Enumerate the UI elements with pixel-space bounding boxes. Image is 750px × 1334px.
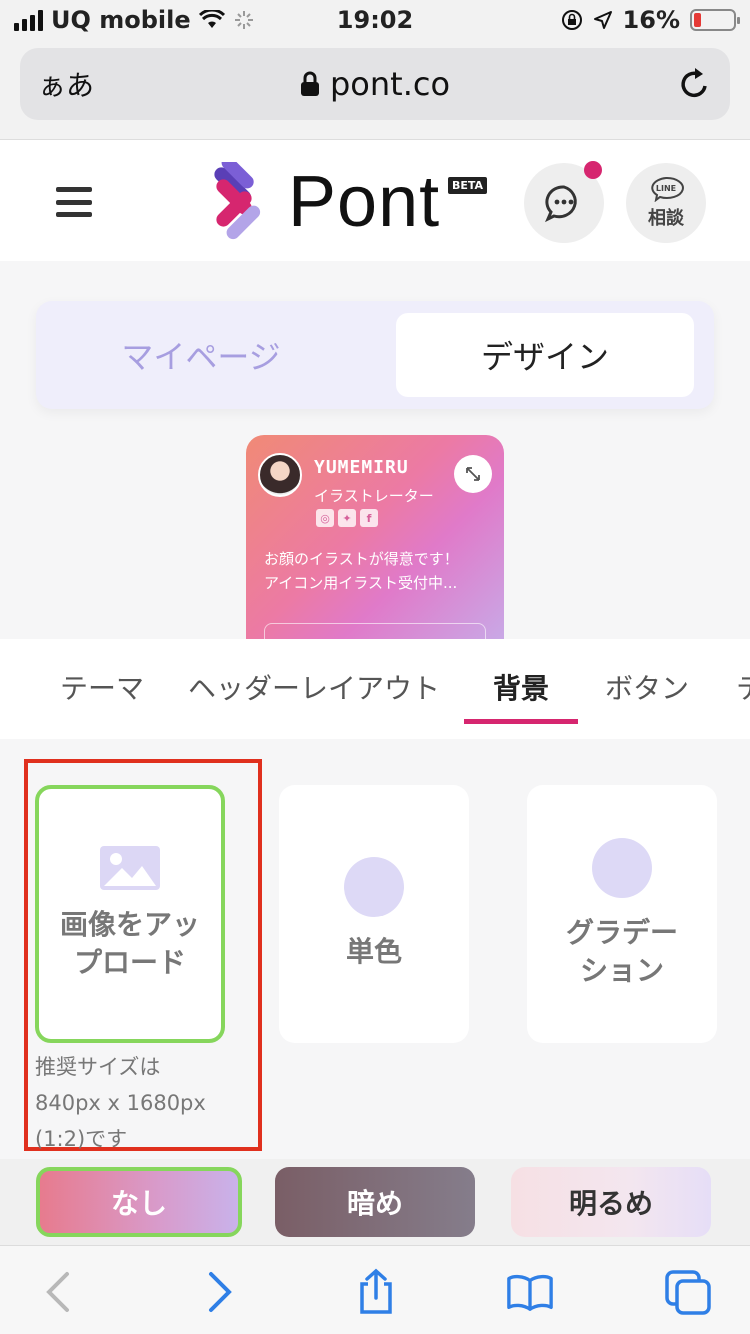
back-icon	[46, 1272, 69, 1312]
tab-theme[interactable]: テーマ	[60, 667, 144, 707]
profile-preview-card: YUMEMIRU イラストレーター ◎ ✦ f お顔のイラストが得意です！ アイ…	[246, 435, 504, 639]
upload-label-line-2: プロード	[73, 946, 186, 979]
hint-line-3: (1:2)です	[35, 1127, 128, 1151]
solid-color-option[interactable]: 単色	[279, 785, 469, 1043]
bio-line-2: アイコン用イラスト受付中...	[264, 574, 458, 592]
logo-text: Pont	[288, 162, 441, 242]
expand-button[interactable]	[454, 455, 492, 493]
url-text: pont.co	[329, 65, 451, 103]
tab-next-partial[interactable]: テ	[736, 667, 750, 707]
beta-badge: BETA	[448, 177, 488, 194]
tab-header-layout[interactable]: ヘッダーレイアウト	[188, 667, 440, 707]
card-link-button	[264, 623, 486, 639]
overlay-dark-button[interactable]: 暗め	[275, 1167, 475, 1237]
lock-icon	[300, 71, 319, 96]
tab-button[interactable]: ボタン	[605, 667, 689, 707]
pont-logo[interactable]: Pont BETA	[212, 161, 488, 243]
solid-color-label: 単色	[345, 935, 402, 968]
tabs-icon	[665, 1270, 711, 1315]
overlay-none-button[interactable]: なし	[36, 1167, 242, 1237]
tab-mypage[interactable]: マイページ	[36, 301, 366, 409]
back-button[interactable]	[34, 1268, 82, 1316]
upload-label-line-1: 画像をアッ	[59, 908, 200, 941]
line-icon-text: LINE	[656, 184, 676, 193]
reader-settings-button[interactable]: ぁあ	[38, 64, 94, 104]
hint-line-1: 推奨サイズは	[35, 1055, 161, 1079]
gradient-label: グラデー ション	[566, 914, 678, 990]
bookmarks-button[interactable]	[506, 1268, 554, 1316]
gradient-label-line-1: グラデー	[565, 916, 678, 949]
reload-icon[interactable]	[678, 66, 712, 102]
orientation-lock-icon	[561, 10, 582, 30]
preview-area: マイページ デザイン YUMEMIRU イラストレーター ◎ ✦ f お顔のイラ…	[0, 261, 750, 639]
chat-button[interactable]	[524, 161, 604, 243]
forward-button[interactable]	[196, 1268, 244, 1316]
battery-icon	[690, 9, 740, 31]
address-bar[interactable]: ぁあ pont.co	[20, 48, 730, 120]
avatar	[258, 453, 302, 497]
page-mode-segment: マイページ デザイン	[36, 301, 714, 409]
twitter-icon[interactable]: ✦	[338, 509, 356, 527]
hamburger-menu-icon[interactable]	[56, 187, 92, 217]
profile-name: YUMEMIRU	[314, 457, 409, 478]
design-tabs: テーマ ヘッダーレイアウト 背景 ボタン テ	[0, 639, 750, 739]
bio-line-1: お顔のイラストが得意です！	[264, 550, 459, 568]
background-options: 画像をアッ プロード 単色 グラデー ション 推奨サイズは 840px x 16…	[0, 739, 750, 1159]
site-header: Pont BETA LINE 相談	[0, 141, 750, 261]
browser-address-area: ぁあ pont.co	[0, 40, 750, 140]
line-icon: LINE	[651, 176, 684, 202]
overlay-light-button[interactable]: 明るめ	[511, 1167, 711, 1237]
forward-icon	[209, 1272, 232, 1312]
solid-color-swatch	[344, 857, 404, 917]
tab-background[interactable]: 背景	[493, 667, 549, 707]
active-tab-indicator	[464, 719, 578, 724]
share-icon	[360, 1268, 392, 1314]
tabs-button[interactable]	[664, 1268, 712, 1316]
browser-toolbar	[0, 1245, 750, 1334]
location-icon	[593, 11, 612, 29]
profile-bio: お顔のイラストが得意です！ アイコン用イラスト受付中...	[264, 547, 459, 595]
expand-icon	[466, 467, 480, 481]
image-icon	[100, 846, 160, 890]
pont-logo-mark	[214, 162, 261, 240]
recommended-size-hint: 推奨サイズは 840px x 1680px (1:2)です	[35, 1049, 206, 1157]
social-links: ◎ ✦ f	[316, 509, 378, 527]
gradient-swatch	[592, 838, 652, 898]
upload-image-option[interactable]: 画像をアッ プロード	[35, 785, 225, 1043]
status-bar: UQ mobile 19:02 16%	[0, 0, 750, 40]
gradient-option[interactable]: グラデー ション	[527, 785, 717, 1043]
tab-design[interactable]: デザイン	[396, 313, 694, 397]
notification-dot	[584, 161, 602, 179]
line-consult-button[interactable]: LINE 相談	[626, 163, 706, 243]
profile-role: イラストレーター	[314, 487, 434, 505]
hint-line-2: 840px x 1680px	[35, 1091, 206, 1115]
facebook-icon[interactable]: f	[360, 509, 378, 527]
battery-percent: 16%	[622, 6, 680, 34]
bookmarks-icon	[507, 1274, 553, 1311]
upload-image-label: 画像をアッ プロード	[60, 906, 200, 982]
share-button[interactable]	[352, 1268, 400, 1316]
chat-icon	[545, 185, 577, 223]
line-consult-label: 相談	[648, 208, 684, 229]
overlay-options: なし 暗め 明るめ	[0, 1159, 750, 1245]
instagram-icon[interactable]: ◎	[316, 509, 334, 527]
gradient-label-line-2: ション	[579, 954, 664, 987]
